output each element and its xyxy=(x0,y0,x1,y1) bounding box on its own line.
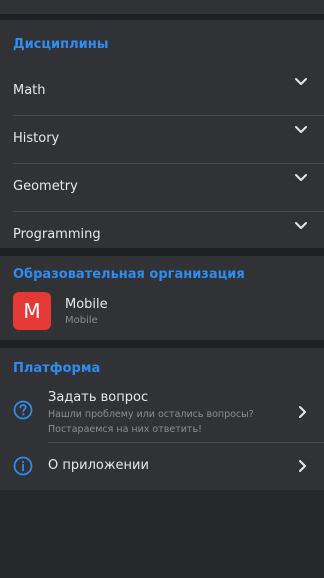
chevron-right-icon xyxy=(299,460,306,472)
discipline-item-programming[interactable]: Programming xyxy=(13,211,324,259)
top-card xyxy=(0,0,324,14)
discipline-item-geometry[interactable]: Geometry xyxy=(13,163,324,212)
question-circle-icon xyxy=(13,400,33,420)
chevron-down-icon xyxy=(295,126,307,133)
about-app-row[interactable]: О приложении xyxy=(0,444,324,488)
organization-name: Mobile xyxy=(65,297,108,312)
organization-row[interactable]: M Mobile Mobile xyxy=(0,292,324,336)
organization-title: Образовательная организация xyxy=(13,267,245,282)
section-gap xyxy=(0,340,324,348)
disciplines-title: Дисциплины xyxy=(13,37,109,52)
disciplines-card: Дисциплины Math History Geometry Program… xyxy=(0,20,324,248)
organization-subtitle: Mobile xyxy=(65,315,98,326)
chevron-right-icon xyxy=(299,406,306,418)
discipline-item-math[interactable]: Math xyxy=(13,67,324,116)
chevron-down-icon xyxy=(295,222,307,229)
page-background xyxy=(0,490,324,578)
divider xyxy=(48,442,324,443)
ask-question-title: Задать вопрос xyxy=(48,390,149,405)
discipline-item-history[interactable]: History xyxy=(13,115,324,164)
chevron-down-icon xyxy=(295,174,307,181)
platform-card: Платформа Задать вопрос Нашли проблему и… xyxy=(0,348,324,490)
discipline-label: History xyxy=(13,131,60,146)
discipline-label: Geometry xyxy=(13,179,78,194)
info-circle-icon xyxy=(13,456,33,476)
ask-question-subtitle: Нашли проблему или остались вопросы? Пос… xyxy=(48,409,254,435)
ask-question-row[interactable]: Задать вопрос Нашли проблему или осталис… xyxy=(0,384,324,438)
discipline-label: Programming xyxy=(13,227,101,242)
organization-logo: M xyxy=(13,292,51,330)
organization-card: Образовательная организация M Mobile Mob… xyxy=(0,256,324,340)
discipline-label: Math xyxy=(13,83,46,98)
platform-title: Платформа xyxy=(13,361,101,376)
chevron-down-icon xyxy=(295,78,307,85)
about-app-title: О приложении xyxy=(48,458,149,473)
